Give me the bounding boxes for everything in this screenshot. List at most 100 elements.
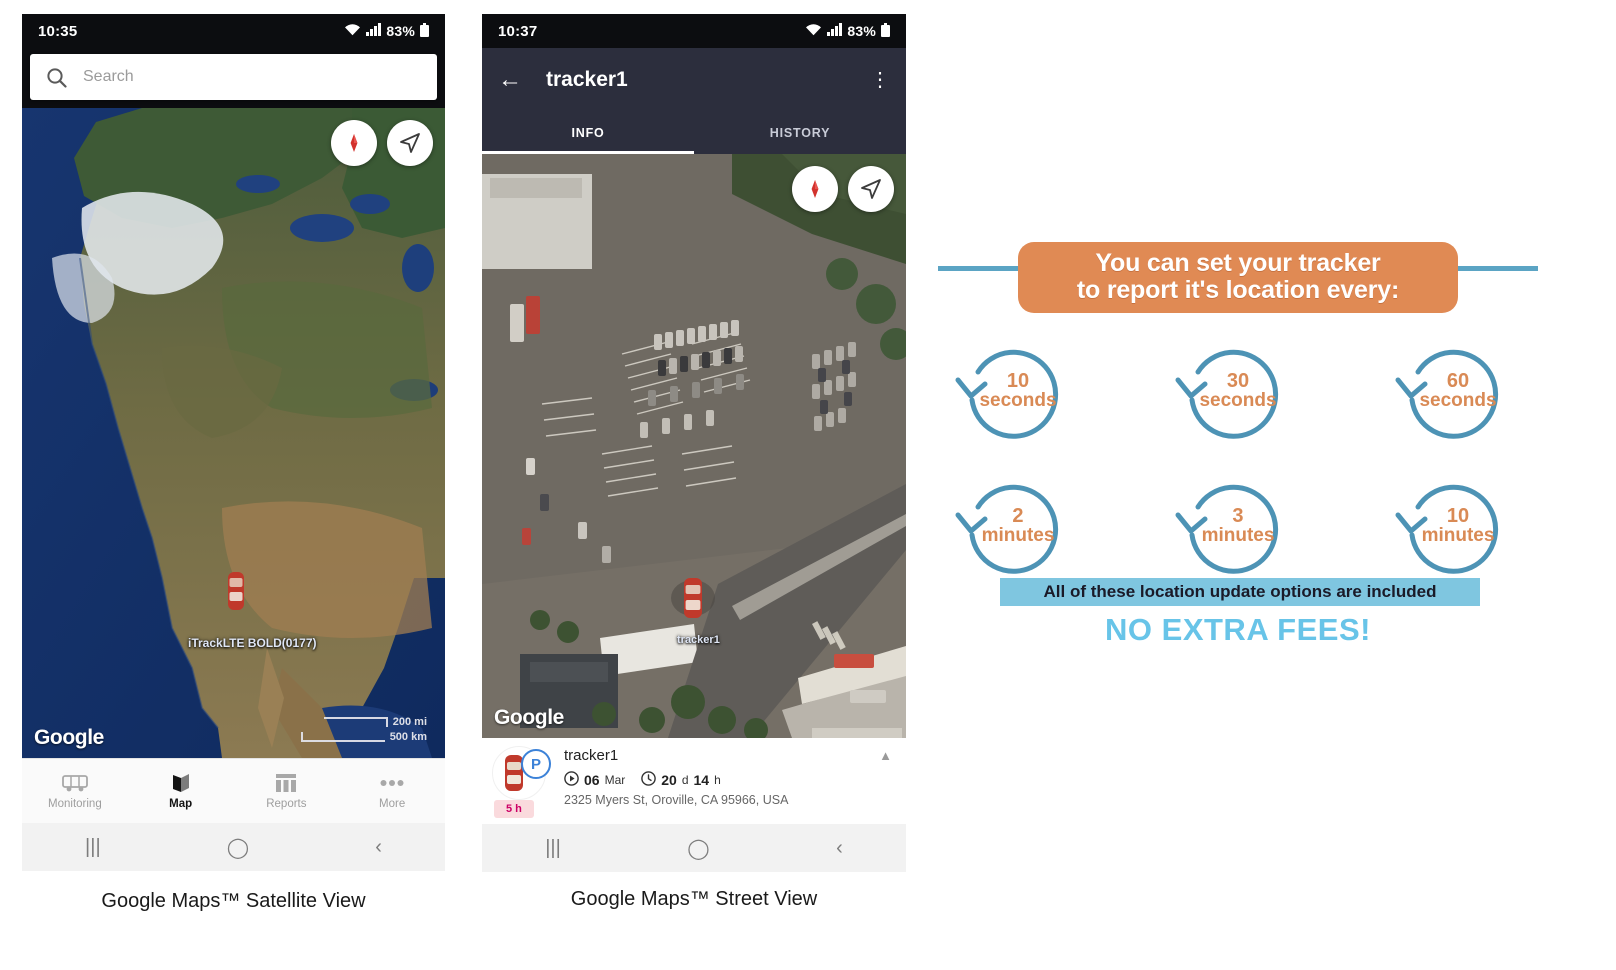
screenshot-root: 10:35 83% Search iTrackLTE BOLD(0177) Go… (0, 0, 1616, 970)
sidebar-item-label: Map (169, 798, 193, 810)
infographic-headline: You can set your tracker to report it's … (1018, 242, 1458, 313)
interval-option[interactable]: 3 minutes (1158, 463, 1318, 588)
sidebar-item-reports[interactable]: Reports (234, 759, 340, 823)
compass-icon[interactable] (792, 166, 838, 212)
van-icon (61, 772, 88, 794)
interval-option[interactable]: 10 seconds (938, 328, 1098, 453)
interval-text: 10 minutes (1422, 506, 1495, 545)
interval-unit: minutes (1201, 525, 1275, 546)
interval-unit: seconds (1419, 390, 1497, 411)
interval-number: 3 (1232, 505, 1244, 527)
overflow-menu-icon[interactable]: ⋮ (870, 70, 890, 90)
sidebar-item-monitoring[interactable]: Monitoring (22, 759, 128, 823)
parked-duration: 20 d 14 h (641, 770, 721, 789)
battery-percent: 83% (847, 23, 876, 39)
bottom-navigation: Monitoring Map Reports More (22, 758, 445, 823)
status-time: 10:35 (38, 22, 78, 40)
battery-icon (881, 22, 890, 40)
included-note: All of these location update options are… (1000, 578, 1480, 606)
satellite-map[interactable]: iTrackLTE BOLD(0177) Google 200 mi 500 k… (22, 108, 445, 758)
recents-icon[interactable]: ||| (545, 837, 561, 860)
avatar: P (492, 746, 551, 800)
google-watermark: Google (494, 706, 564, 729)
date-value: 06 (584, 771, 600, 788)
status-indicators: 83% (805, 22, 890, 40)
interval-unit: seconds (979, 390, 1057, 411)
navigate-arrow-icon[interactable] (848, 166, 894, 212)
interval-text: 30 seconds (1199, 371, 1276, 410)
search-container: Search (22, 48, 445, 108)
play-circle-icon (564, 770, 579, 789)
tracker-address: 2325 Myers St, Oroville, CA 95966, USA (564, 792, 789, 807)
map-controls (792, 166, 894, 212)
tab-history[interactable]: HISTORY (694, 112, 906, 154)
tracker-name: tracker1 (564, 747, 619, 764)
google-watermark: Google (34, 726, 104, 749)
interval-option[interactable]: 2 minutes (938, 463, 1098, 588)
interval-option[interactable]: 30 seconds (1158, 328, 1318, 453)
duration-hours-unit: h (714, 772, 721, 787)
interval-row-minutes: 2 minutes 3 minutes 10 minutes (938, 463, 1538, 588)
compass-icon[interactable] (331, 120, 377, 166)
home-icon[interactable]: ◯ (227, 835, 249, 860)
reports-icon (275, 772, 297, 794)
interval-number: 2 (1012, 505, 1024, 527)
navigate-arrow-icon[interactable] (387, 120, 433, 166)
duration-days: 20 (661, 771, 677, 788)
caption-street: Google Maps™ Street View (570, 888, 818, 910)
infographic: You can set your tracker to report it's … (938, 240, 1538, 650)
map-controls (331, 120, 433, 166)
more-dots-icon (380, 772, 404, 794)
search-input[interactable]: Search (30, 54, 437, 100)
system-navigation-bar: ||| ◯ ‹ (482, 824, 906, 872)
scale-miles: 200 mi (392, 715, 427, 728)
signal-icon (827, 23, 843, 39)
interval-number: 30 (1226, 370, 1250, 392)
vehicle-marker[interactable] (225, 570, 247, 617)
interval-text: 10 seconds (979, 371, 1056, 410)
tracker-stats: 06 Mar 20 d 14 h (564, 770, 896, 789)
vehicle-marker[interactable] (670, 572, 716, 629)
back-arrow-icon[interactable]: ← (498, 68, 532, 92)
status-bar: 10:35 83% (22, 14, 445, 48)
interval-row-seconds: 10 seconds 30 seconds 60 seconds (938, 328, 1538, 453)
clock-icon (641, 770, 657, 789)
interval-number: 10 (1006, 370, 1030, 392)
last-report-date: 06 Mar (564, 770, 625, 789)
home-icon[interactable]: ◯ (687, 836, 709, 861)
signal-icon (366, 23, 382, 39)
chevron-up-icon[interactable]: ▲ (879, 748, 892, 763)
duration-days-unit: d (681, 772, 689, 787)
street-view-map[interactable]: tracker1 Google (482, 154, 906, 738)
page-title: tracker1 (546, 68, 628, 91)
status-bar: 10:37 83% (482, 14, 906, 48)
back-icon[interactable]: ‹ (836, 837, 843, 860)
headline-line-1: You can set your tracker (1095, 249, 1381, 277)
interval-text: 60 seconds (1419, 371, 1496, 410)
tracker-details: tracker1 06 Mar 20 d 14 h 2325 Myers St,… (550, 746, 896, 807)
sidebar-item-more[interactable]: More (339, 759, 445, 823)
wifi-icon (344, 23, 361, 39)
interval-grid: 10 seconds 30 seconds 60 seconds 2 minut… (938, 328, 1538, 598)
caption-satellite: Google Maps™ Satellite View (101, 890, 366, 912)
history-badge[interactable]: 5 h (494, 800, 534, 818)
interval-option[interactable]: 10 minutes (1378, 463, 1538, 588)
map-icon (170, 772, 192, 794)
sidebar-item-map[interactable]: Map (128, 759, 234, 823)
system-navigation-bar: ||| ◯ ‹ (22, 823, 445, 871)
recents-icon[interactable]: ||| (85, 836, 101, 859)
tab-info[interactable]: INFO (482, 112, 694, 154)
back-icon[interactable]: ‹ (375, 836, 382, 859)
phone-street-view: 10:37 83% ← tracker1 ⋮ INFO HISTORY trac… (482, 14, 906, 876)
tracker-info-card[interactable]: ▲ P tracker1 06 Mar 20 d 14 h 2325 Myers… (482, 738, 906, 824)
scale-km: 500 km (389, 730, 427, 743)
duration-hours: 14 (693, 771, 710, 788)
app-bar: ← tracker1 ⋮ (482, 48, 906, 112)
headline-line-2: to report it's location every: (1076, 275, 1400, 304)
interval-unit: minutes (981, 525, 1055, 546)
interval-option[interactable]: 60 seconds (1378, 328, 1538, 453)
tab-label: HISTORY (769, 126, 831, 140)
interval-unit: minutes (1421, 525, 1495, 546)
park-status-badge: P (521, 749, 551, 779)
search-placeholder: Search (83, 68, 134, 85)
